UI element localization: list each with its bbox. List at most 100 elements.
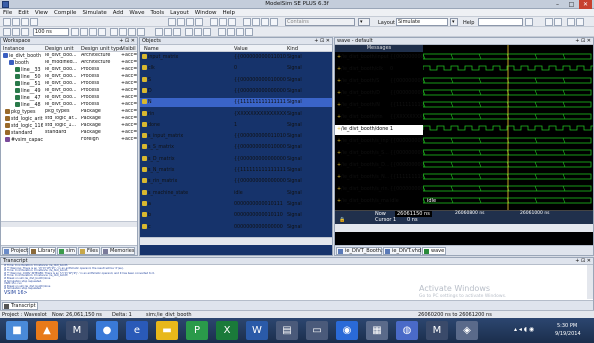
undo-icon[interactable]: [195, 18, 203, 26]
object-row[interactable]: s_S_matrix {{0000000000100000}...Signal: [140, 143, 332, 152]
tray-icons[interactable]: ▴ ◂ ◖ ◉: [514, 326, 534, 333]
layout-select[interactable]: Simulate: [396, 18, 448, 26]
wave-signal-row[interactable]: +/ie_divt_booth/s_S...{{0000000000100000…: [335, 149, 423, 159]
object-row[interactable]: N {{1111111111111111}...Signal: [140, 98, 332, 108]
cursor-lock-icon[interactable]: 🔒: [339, 217, 345, 223]
modelsim-taskbar-icon[interactable]: M: [66, 321, 88, 340]
tab-transcript[interactable]: Transcript: [2, 302, 38, 310]
tab-memories[interactable]: Memories: [101, 247, 135, 255]
insert-cursor-icon[interactable]: [185, 28, 193, 36]
workspace-row[interactable]: std_logic_1164std_logic_1... Package +acc=: [1, 123, 137, 130]
workspace-row[interactable]: line__47 ie_divt_boo... Process +acc=: [1, 95, 137, 102]
wave-signal-row[interactable]: +/ie_divt_booth/s_inp...{{00000000001101…: [335, 137, 423, 147]
wave-signal-row[interactable]: +/ie_divt_booth/s_D...{{0000000000000001…: [335, 161, 423, 171]
object-row[interactable]: s_input_matrix {{0000000000110101}...Sign…: [140, 132, 332, 141]
object-row[interactable]: s_D_matrix {{0000000000000001}...Signal: [140, 155, 332, 164]
vlc-icon[interactable]: ▲: [36, 321, 58, 340]
tool-a-icon[interactable]: [545, 18, 553, 26]
performance-icon[interactable]: [137, 28, 145, 36]
workspace-row[interactable]: ie_divt_booth ie_divt_boo... Architecture +…: [1, 53, 137, 60]
menu-file[interactable]: File: [0, 9, 15, 17]
col-value[interactable]: Value: [234, 46, 248, 52]
step-icon[interactable]: [261, 18, 269, 26]
wave-signal-row[interactable]: +/ie_divt_booth/s_ma... idle: [335, 197, 423, 207]
clock-date[interactable]: 9/19/2014: [555, 331, 581, 337]
restart-icon[interactable]: [21, 28, 29, 36]
workspace-row[interactable]: line__33 ie_divt_boo... Process +acc=: [1, 67, 137, 74]
maximize-button[interactable]: □: [565, 0, 578, 9]
tab-project[interactable]: Project: [2, 247, 28, 255]
menu-help[interactable]: Help: [219, 9, 238, 17]
zoom-mode-icon[interactable]: [164, 28, 172, 36]
chrome-icon[interactable]: ●: [96, 321, 118, 340]
modelsim-active-icon[interactable]: M: [426, 321, 448, 340]
run-icon[interactable]: [71, 28, 79, 36]
tab-wave[interactable]: wave: [422, 247, 446, 255]
object-row[interactable]: done 1 Signal: [140, 121, 332, 130]
tool-b-icon[interactable]: [554, 18, 562, 26]
windows-explorer-icon[interactable]: ■: [6, 321, 28, 340]
wave-signal-row[interactable]: +/ie_divt_booth/N{{1111111111111111}: [335, 101, 423, 111]
tool-c-icon[interactable]: [567, 18, 575, 26]
transcript-close-icon[interactable]: + ⊡ ✕: [575, 258, 591, 264]
run-length-input[interactable]: 100 ns: [33, 28, 69, 36]
simulate-icon[interactable]: [243, 18, 251, 26]
help-search-icon[interactable]: [525, 18, 533, 26]
object-row[interactable]: clk 0 Signal: [140, 64, 332, 73]
contains-filter[interactable]: Contains: [285, 18, 355, 26]
excel-icon[interactable]: X: [216, 321, 238, 340]
workspace-row[interactable]: line__51 ie_divt_boo... Process +acc=: [1, 81, 137, 88]
object-row[interactable]: b 0000000000010110 Signal: [140, 211, 332, 220]
step-over-icon[interactable]: [119, 28, 127, 36]
col-visibility[interactable]: Visibil: [121, 46, 136, 52]
back-icon[interactable]: [3, 28, 11, 36]
paste-icon[interactable]: [186, 18, 194, 26]
menu-tools[interactable]: Tools: [148, 9, 168, 17]
object-row[interactable]: rin {XXXXXXXXXXXXXXXX}...Signal: [140, 110, 332, 119]
workspace-hscrollbar[interactable]: [1, 221, 137, 227]
object-row[interactable]: s_N_matrix {{1111111111111111}...Signal: [140, 166, 332, 175]
object-row[interactable]: input_matrix {{0000000000110101}...Signal: [140, 53, 332, 62]
transcript-prompt[interactable]: VSIM 16>: [4, 291, 28, 297]
save-icon[interactable]: [21, 18, 29, 26]
workspace-row[interactable]: booth ie_modified... Architecture +acc=: [1, 60, 137, 67]
new-file-icon[interactable]: [3, 18, 11, 26]
word-icon[interactable]: W: [246, 321, 268, 340]
layout-dropdown-icon[interactable]: ▾: [450, 18, 458, 26]
edit-mode-icon[interactable]: [173, 28, 181, 36]
tab-ie-divt-vhd[interactable]: ie_DIVT.vhd: [383, 247, 421, 255]
wave-signal-row[interactable]: +/ie_divt_booth/s_N...{{1111111111111111…: [335, 173, 423, 183]
tab-library[interactable]: Library: [29, 247, 56, 255]
wave-icon[interactable]: [270, 18, 278, 26]
col-design-unit[interactable]: Design unit: [45, 46, 74, 52]
wave-signal-row[interactable]: +/ie_divt_booth/done 1: [335, 125, 423, 135]
delete-cursor-icon[interactable]: [194, 28, 202, 36]
workspace-row[interactable]: line__50 ie_divt_boo... Process +acc=: [1, 74, 137, 81]
object-row[interactable]: c 0000000000000000 Signal: [140, 223, 332, 232]
object-row[interactable]: s_rin_matrix {{0000000000000000}...Signal: [140, 177, 332, 186]
zoom-cursor-icon[interactable]: [245, 28, 253, 36]
col-name[interactable]: Name: [144, 46, 159, 52]
tab-ie-divt-booth-vhd[interactable]: ie_DIVT_Booth.vhd: [336, 247, 392, 255]
compile-icon[interactable]: [219, 18, 227, 26]
compile-all-icon[interactable]: [228, 18, 236, 26]
col-design-unit-type[interactable]: Design unit type: [81, 46, 122, 52]
wave-signal-row[interactable]: +/ie_divt_booth/clk 0: [335, 65, 423, 75]
workspace-row[interactable]: line__48 ie_divt_boo... Process +acc=: [1, 102, 137, 109]
menu-edit[interactable]: Edit: [15, 9, 32, 17]
tab-sim[interactable]: sim: [57, 247, 77, 255]
forward-icon[interactable]: [12, 28, 20, 36]
clock-time[interactable]: 5:30 PM: [557, 323, 577, 329]
file-manager-icon[interactable]: ▬: [156, 321, 178, 340]
transcript-vscrollbar[interactable]: [587, 265, 593, 299]
select-mode-icon[interactable]: [155, 28, 163, 36]
menu-wave[interactable]: Wave: [126, 9, 147, 17]
wave-signal-row[interactable]: +/ie_divt_booth/input...{{00000000001101…: [335, 53, 423, 63]
objects-hscrollbar[interactable]: [140, 237, 332, 245]
menu-window[interactable]: Window: [192, 9, 220, 17]
menu-simulate[interactable]: Simulate: [79, 9, 109, 17]
menu-layout[interactable]: Layout: [167, 9, 192, 17]
ie-icon[interactable]: e: [126, 321, 148, 340]
minimize-button[interactable]: –: [551, 0, 564, 9]
continue-icon[interactable]: [80, 28, 88, 36]
